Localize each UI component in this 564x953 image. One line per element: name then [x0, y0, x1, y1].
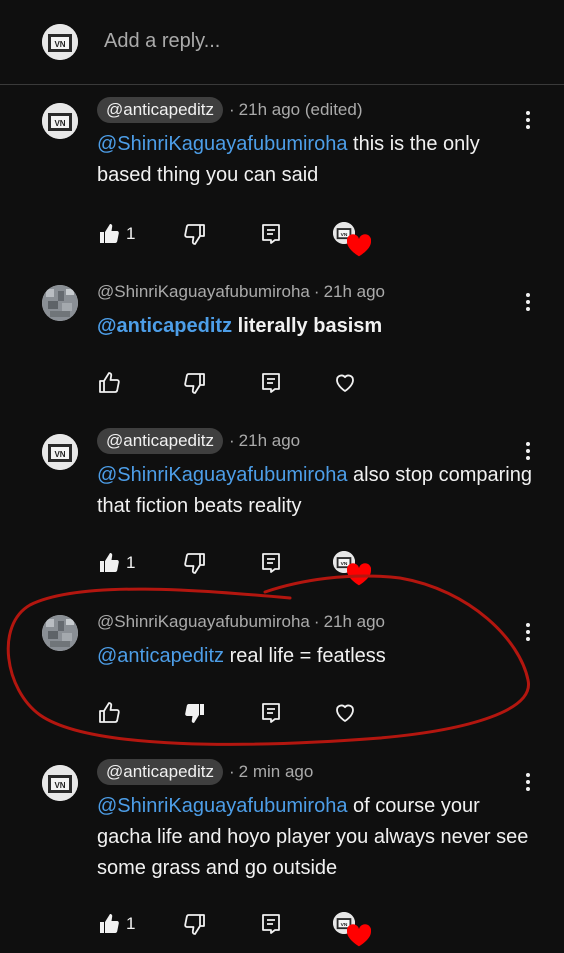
comment-text: @anticapeditz literally basism — [97, 311, 537, 342]
author-avatar[interactable] — [42, 285, 78, 321]
reply-bar: VN Add a reply... — [0, 0, 564, 85]
author-handle[interactable]: @anticapeditz — [97, 97, 223, 123]
mention-link[interactable]: @ShinriKaguayafubumiroha — [97, 795, 347, 817]
heart-icon — [333, 701, 357, 725]
svg-text:VN: VN — [54, 450, 65, 459]
reply-button[interactable] — [259, 699, 283, 727]
more-options-icon[interactable] — [520, 109, 536, 131]
add-reply-input[interactable]: Add a reply... — [104, 30, 220, 53]
svg-text:VN: VN — [54, 119, 65, 128]
red-heart-icon — [347, 563, 371, 586]
comment-time: 21h ago — [323, 282, 386, 301]
thumbs-up-icon — [97, 701, 121, 725]
current-user-avatar: VN — [42, 24, 78, 60]
comment-text: @anticapeditz real life = featless — [97, 641, 537, 672]
thumbs-down-icon — [183, 551, 207, 575]
reply-button[interactable] — [259, 549, 283, 577]
comment-time: 21h ago — [238, 431, 301, 450]
reply-icon — [259, 222, 283, 246]
author-avatar[interactable] — [42, 615, 78, 651]
dislike-button[interactable] — [183, 910, 207, 938]
like-button[interactable]: 1 — [97, 910, 135, 938]
svg-text:VN: VN — [54, 781, 65, 790]
comment-body: literally basism — [232, 315, 383, 337]
more-options-icon[interactable] — [520, 771, 536, 793]
like-count: 1 — [126, 553, 136, 572]
comment-actions — [97, 369, 397, 397]
more-options-icon[interactable] — [520, 621, 536, 643]
comment-time: 21h ago — [323, 612, 386, 631]
reply-button[interactable] — [259, 910, 283, 938]
thumbs-down-icon — [183, 222, 207, 246]
comment-actions: 1 VN — [97, 549, 397, 586]
comment-text: @ShinriKaguayafubumiroha this is the onl… — [97, 129, 537, 191]
comment-body: real life = featless — [224, 645, 386, 667]
thumbs-down-icon — [183, 701, 207, 725]
separator-dot: · — [229, 100, 235, 119]
dislike-button[interactable] — [183, 549, 207, 577]
comment-text: @ShinriKaguayafubumiroha also stop compa… — [97, 460, 537, 522]
more-options-icon[interactable] — [520, 291, 536, 313]
reply-icon — [259, 701, 283, 725]
creator-heart-badge[interactable]: VN — [333, 910, 371, 947]
comment-time: 2 min ago — [238, 762, 314, 781]
red-heart-icon — [347, 234, 371, 257]
comment-meta: @anticapeditz · 21h ago (edited) — [97, 97, 363, 123]
reply-button[interactable] — [259, 369, 283, 397]
author-avatar[interactable]: VN — [42, 434, 78, 470]
comment-meta: @anticapeditz · 2 min ago — [97, 759, 313, 785]
like-button[interactable]: 1 — [97, 549, 135, 577]
like-count: 1 — [126, 914, 136, 933]
comment-meta: @ShinriKaguayafubumiroha · 21h ago — [97, 279, 385, 305]
mention-link[interactable]: @ShinriKaguayafubumiroha — [97, 464, 347, 486]
thumbs-up-icon — [97, 912, 121, 936]
red-heart-icon — [347, 924, 371, 947]
mention-link[interactable]: @anticapeditz — [97, 645, 224, 667]
dislike-button[interactable] — [183, 220, 207, 248]
comment-actions: 1 VN — [97, 220, 397, 257]
separator-dot: · — [313, 282, 320, 301]
comment-time: 21h ago (edited) — [238, 100, 363, 119]
comment-meta: @anticapeditz · 21h ago — [97, 428, 300, 454]
reply-icon — [259, 371, 283, 395]
like-button[interactable] — [97, 699, 126, 727]
separator-dot: · — [229, 762, 235, 781]
comment-actions: 1 VN — [97, 910, 397, 947]
comment-text: @ShinriKaguayafubumiroha of course your … — [97, 791, 537, 884]
mention-link[interactable]: @anticapeditz — [97, 315, 232, 337]
thumbs-up-icon — [97, 371, 121, 395]
reply-button[interactable] — [259, 220, 283, 248]
heart-icon — [333, 371, 357, 395]
thumbs-up-icon — [97, 222, 121, 246]
reply-icon — [259, 551, 283, 575]
more-options-icon[interactable] — [520, 440, 536, 462]
comment-meta: @ShinriKaguayafubumiroha · 21h ago — [97, 609, 385, 635]
svg-text:VN: VN — [54, 40, 65, 49]
dislike-button[interactable] — [183, 699, 207, 727]
reply-icon — [259, 912, 283, 936]
creator-heart-badge[interactable]: VN — [333, 220, 371, 257]
author-avatar[interactable]: VN — [42, 103, 78, 139]
dislike-button[interactable] — [183, 369, 207, 397]
thumbs-up-icon — [97, 551, 121, 575]
comment-actions — [97, 699, 397, 727]
like-button[interactable] — [97, 369, 126, 397]
author-handle[interactable]: @anticapeditz — [97, 759, 223, 785]
heart-button[interactable] — [333, 369, 357, 397]
thumbs-down-icon — [183, 912, 207, 936]
creator-heart-badge[interactable]: VN — [333, 549, 371, 586]
separator-dot: · — [229, 431, 235, 450]
author-handle[interactable]: @ShinriKaguayafubumiroha — [97, 612, 310, 632]
like-button[interactable]: 1 — [97, 220, 135, 248]
thumbs-down-icon — [183, 371, 207, 395]
separator-dot: · — [313, 612, 320, 631]
heart-button[interactable] — [333, 699, 357, 727]
author-handle[interactable]: @anticapeditz — [97, 428, 223, 454]
like-count: 1 — [126, 224, 136, 243]
author-handle[interactable]: @ShinriKaguayafubumiroha — [97, 282, 310, 302]
mention-link[interactable]: @ShinriKaguayafubumiroha — [97, 133, 347, 155]
author-avatar[interactable]: VN — [42, 765, 78, 801]
